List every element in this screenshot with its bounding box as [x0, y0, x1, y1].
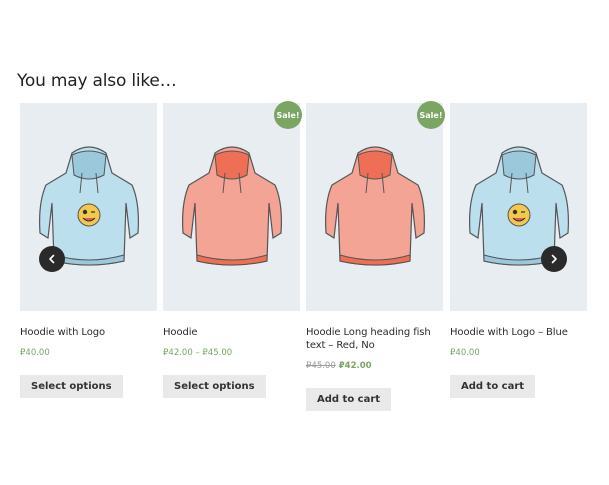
carousel-next-button[interactable]: [541, 246, 567, 272]
chevron-left-icon: [49, 254, 55, 264]
product-price: ₽45.00 ₽42.00: [306, 361, 443, 371]
product-card[interactable]: Hoodie with Logo – Blue ₽40.00 Add to ca…: [450, 103, 587, 398]
hoodie-red-image: [325, 146, 425, 266]
product-name[interactable]: Hoodie with Logo – Blue: [450, 326, 587, 339]
add-to-cart-button[interactable]: Add to cart: [450, 375, 536, 398]
product-image[interactable]: [20, 103, 157, 311]
hoodie-red-image: [182, 146, 282, 266]
product-price: ₽40.00: [450, 348, 480, 358]
related-products-section: You may also like… Hoodie with Logo ₽40.…: [0, 0, 609, 485]
product-name[interactable]: Hoodie: [163, 326, 300, 339]
chevron-right-icon: [551, 254, 557, 264]
product-image[interactable]: Sale!: [306, 101, 445, 311]
product-name[interactable]: Hoodie with Logo: [20, 326, 157, 339]
carousel-prev-button[interactable]: [39, 246, 65, 272]
product-name[interactable]: Hoodie Long heading fish text – Red, No: [306, 326, 443, 352]
product-price: ₽42.00 – ₽45.00: [163, 348, 233, 358]
sale-badge: Sale!: [417, 101, 445, 129]
select-options-button[interactable]: Select options: [20, 375, 123, 398]
select-options-button[interactable]: Select options: [163, 375, 266, 398]
add-to-cart-button[interactable]: Add to cart: [306, 388, 392, 411]
product-image[interactable]: Sale!: [163, 101, 302, 311]
sale-price: ₽42.00: [338, 361, 372, 371]
sale-badge: Sale!: [274, 101, 302, 129]
product-price: ₽40.00: [20, 348, 50, 358]
old-price: ₽45.00: [306, 361, 336, 371]
product-card[interactable]: Sale! Hoodie Long heading fish text – Re…: [306, 101, 445, 411]
section-title: You may also like…: [17, 71, 177, 91]
product-image[interactable]: [450, 103, 587, 311]
product-card[interactable]: Sale! Hoodie ₽42.00 – ₽45.00 Select opti…: [163, 101, 302, 398]
